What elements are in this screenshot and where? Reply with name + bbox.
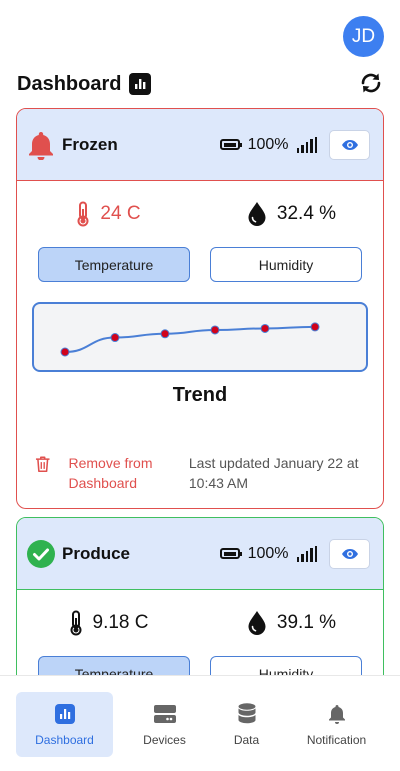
last-updated: Last updated January 22 at 10:43 AM	[188, 455, 359, 491]
card-title: Frozen	[62, 134, 118, 154]
bar-chart-icon	[129, 73, 152, 95]
view-button[interactable]	[329, 129, 370, 160]
database-icon	[238, 702, 256, 725]
trend-point	[160, 329, 170, 339]
battery-level: 100%	[247, 544, 289, 562]
temperature-toggle[interactable]: Temperature	[38, 247, 190, 282]
card-header: Produce 100%	[17, 518, 383, 590]
readings-row: 24 C 32.4 %	[17, 181, 383, 247]
tab-label: Devices	[143, 732, 186, 747]
tab-dashboard[interactable]: Dashboard	[16, 692, 113, 757]
bar-chart-icon	[54, 703, 75, 725]
tab-label: Dashboard	[35, 732, 94, 747]
tab-label: Data	[233, 732, 260, 747]
page-title: Dashboard	[17, 72, 122, 95]
card-title: Produce	[62, 543, 131, 563]
tab-data[interactable]: Data	[198, 692, 295, 757]
page-header: Dashboard	[17, 70, 383, 98]
remove-from-dashboard-link[interactable]: Remove from Dashboard	[68, 453, 174, 493]
battery-level: 100%	[247, 135, 289, 153]
bell-icon	[328, 703, 346, 725]
trend-sparkline	[60, 322, 320, 357]
trend-line	[64, 325, 316, 353]
thermometer-icon	[76, 201, 90, 227]
card-footer: Remove from Dashboard Last updated Janua…	[17, 453, 383, 493]
trend-point	[60, 347, 70, 357]
temperature-reading: 24 C	[17, 201, 200, 227]
view-button[interactable]	[329, 538, 370, 569]
thermometer-icon	[69, 610, 83, 636]
temperature-toggle[interactable]: Temperature	[38, 656, 190, 675]
trend-point	[310, 322, 320, 332]
eye-icon	[341, 548, 358, 559]
trend-point	[110, 333, 120, 343]
tab-notification[interactable]: Notification	[288, 692, 385, 757]
avatar[interactable]: JD	[343, 16, 384, 57]
battery-icon	[219, 139, 242, 150]
trend-point	[210, 325, 220, 335]
server-icon	[153, 703, 176, 725]
humidity-value: 39.1 %	[276, 612, 337, 633]
temperature-value: 24 C	[100, 203, 141, 224]
device-card-produce: Produce 100% 9.18 C 39.1 % Temperature H…	[16, 517, 384, 675]
trend-chart	[32, 302, 368, 372]
signal-icon	[296, 545, 320, 562]
signal-icon	[296, 136, 320, 153]
humidity-value: 32.4 %	[276, 203, 337, 224]
bottom-tab-bar: Dashboard Devices Data Notification	[0, 675, 400, 771]
humidity-reading: 39.1 %	[200, 610, 383, 636]
metric-toggle: Temperature Humidity	[17, 247, 383, 282]
water-drop-icon	[247, 201, 267, 227]
alert-bell-icon	[26, 130, 56, 160]
tab-label: Notification	[306, 732, 367, 747]
temperature-reading: 9.18 C	[17, 610, 200, 636]
device-card-frozen: Frozen 100% 24 C 32.4 % Temperature Humi…	[16, 108, 384, 509]
water-drop-icon	[247, 610, 267, 636]
metric-toggle: Temperature Humidity	[17, 656, 383, 675]
humidity-reading: 32.4 %	[200, 201, 383, 227]
card-header: Frozen 100%	[17, 109, 383, 181]
humidity-toggle[interactable]: Humidity	[210, 656, 362, 675]
eye-icon	[341, 139, 358, 150]
temperature-value: 9.18 C	[92, 612, 149, 633]
trend-title: Trend	[172, 384, 228, 406]
battery-icon	[219, 548, 242, 559]
check-circle-icon	[26, 539, 56, 569]
trend-point	[260, 323, 270, 333]
card-list[interactable]: Frozen 100% 24 C 32.4 % Temperature Humi…	[0, 108, 400, 675]
readings-row: 9.18 C 39.1 %	[17, 590, 383, 656]
humidity-toggle[interactable]: Humidity	[210, 247, 362, 282]
refresh-icon[interactable]	[359, 71, 383, 95]
trash-icon[interactable]	[35, 455, 50, 473]
